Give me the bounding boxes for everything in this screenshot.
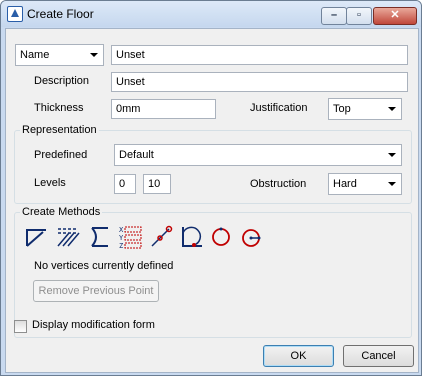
angle-arc-tool[interactable]	[178, 224, 204, 250]
app-icon	[7, 6, 23, 22]
xyz-coordinates-icon: X Y Z	[119, 226, 142, 250]
obstruction-label: Obstruction	[250, 178, 307, 190]
remove-previous-point-button[interactable]: Remove Previous Point	[33, 280, 159, 302]
title-bar[interactable]: Create Floor – ▫ ✕	[1, 1, 421, 27]
close-button[interactable]: ✕	[373, 7, 417, 25]
name-type-dropdown[interactable]: Name	[15, 44, 104, 66]
pick-point-tool[interactable]	[148, 224, 174, 250]
svg-text:X: X	[119, 226, 124, 234]
justification-value: Top	[333, 103, 351, 115]
circle-center-tool[interactable]	[238, 224, 264, 250]
level-to-input[interactable]: 10	[143, 174, 171, 194]
name-input[interactable]: Unset	[111, 45, 408, 65]
description-label: Description	[34, 75, 90, 87]
cancel-button[interactable]: Cancel	[343, 345, 414, 367]
chevron-down-icon	[388, 107, 396, 111]
minimize-button[interactable]: –	[321, 7, 347, 25]
arc-corner-icon	[91, 227, 108, 247]
name-type-value: Name	[20, 49, 50, 61]
description-input[interactable]: Unset	[111, 72, 408, 92]
display-modification-checkbox[interactable]	[14, 320, 27, 333]
circle-tool[interactable]	[208, 224, 234, 250]
create-floor-window: Create Floor – ▫ ✕ Name Unset Descriptio…	[0, 0, 422, 376]
representation-title: Representation	[20, 124, 99, 136]
pick-point-icon	[151, 225, 173, 247]
create-methods-title: Create Methods	[20, 206, 103, 218]
svg-text:Y: Y	[119, 234, 124, 242]
chevron-down-icon	[388, 153, 396, 157]
circle-center-icon	[242, 229, 261, 247]
predefined-value: Default	[119, 149, 154, 161]
vertices-status: No vertices currently defined	[34, 260, 174, 272]
level-from-input[interactable]: 0	[114, 174, 136, 194]
window-title: Create Floor	[27, 7, 94, 21]
justification-dropdown[interactable]: Top	[328, 98, 402, 120]
maximize-button[interactable]: ▫	[346, 7, 372, 25]
xyz-coordinates-tool[interactable]: X Y Z	[118, 224, 144, 250]
maximize-icon: ▫	[357, 9, 361, 21]
obstruction-value: Hard	[333, 178, 357, 190]
thickness-input[interactable]: 0mm	[111, 99, 216, 119]
create-methods-toolbar: X Y Z	[24, 224, 264, 250]
predefined-label: Predefined	[34, 149, 88, 161]
circle-icon	[212, 227, 230, 246]
svg-text:Z: Z	[119, 242, 123, 250]
dialog-body: Name Unset Description Unset Thickness 0…	[5, 28, 419, 373]
predefined-dropdown[interactable]: Default	[114, 144, 402, 166]
two-point-tool[interactable]	[24, 224, 50, 250]
obstruction-dropdown[interactable]: Hard	[328, 173, 402, 195]
ok-button[interactable]: OK	[263, 345, 334, 367]
offset-lines-icon	[57, 228, 80, 247]
chevron-down-icon	[388, 182, 396, 186]
thickness-label: Thickness	[34, 102, 84, 114]
justification-label: Justification	[250, 102, 308, 114]
chevron-down-icon	[90, 53, 98, 57]
two-point-icon	[26, 229, 46, 247]
minimize-icon: –	[330, 9, 338, 21]
close-icon: ✕	[390, 9, 400, 21]
levels-label: Levels	[34, 177, 66, 189]
arc-corner-tool[interactable]	[86, 224, 112, 250]
angle-arc-icon	[182, 226, 202, 247]
display-modification-label: Display modification form	[32, 319, 155, 331]
offset-lines-tool[interactable]	[55, 224, 81, 250]
